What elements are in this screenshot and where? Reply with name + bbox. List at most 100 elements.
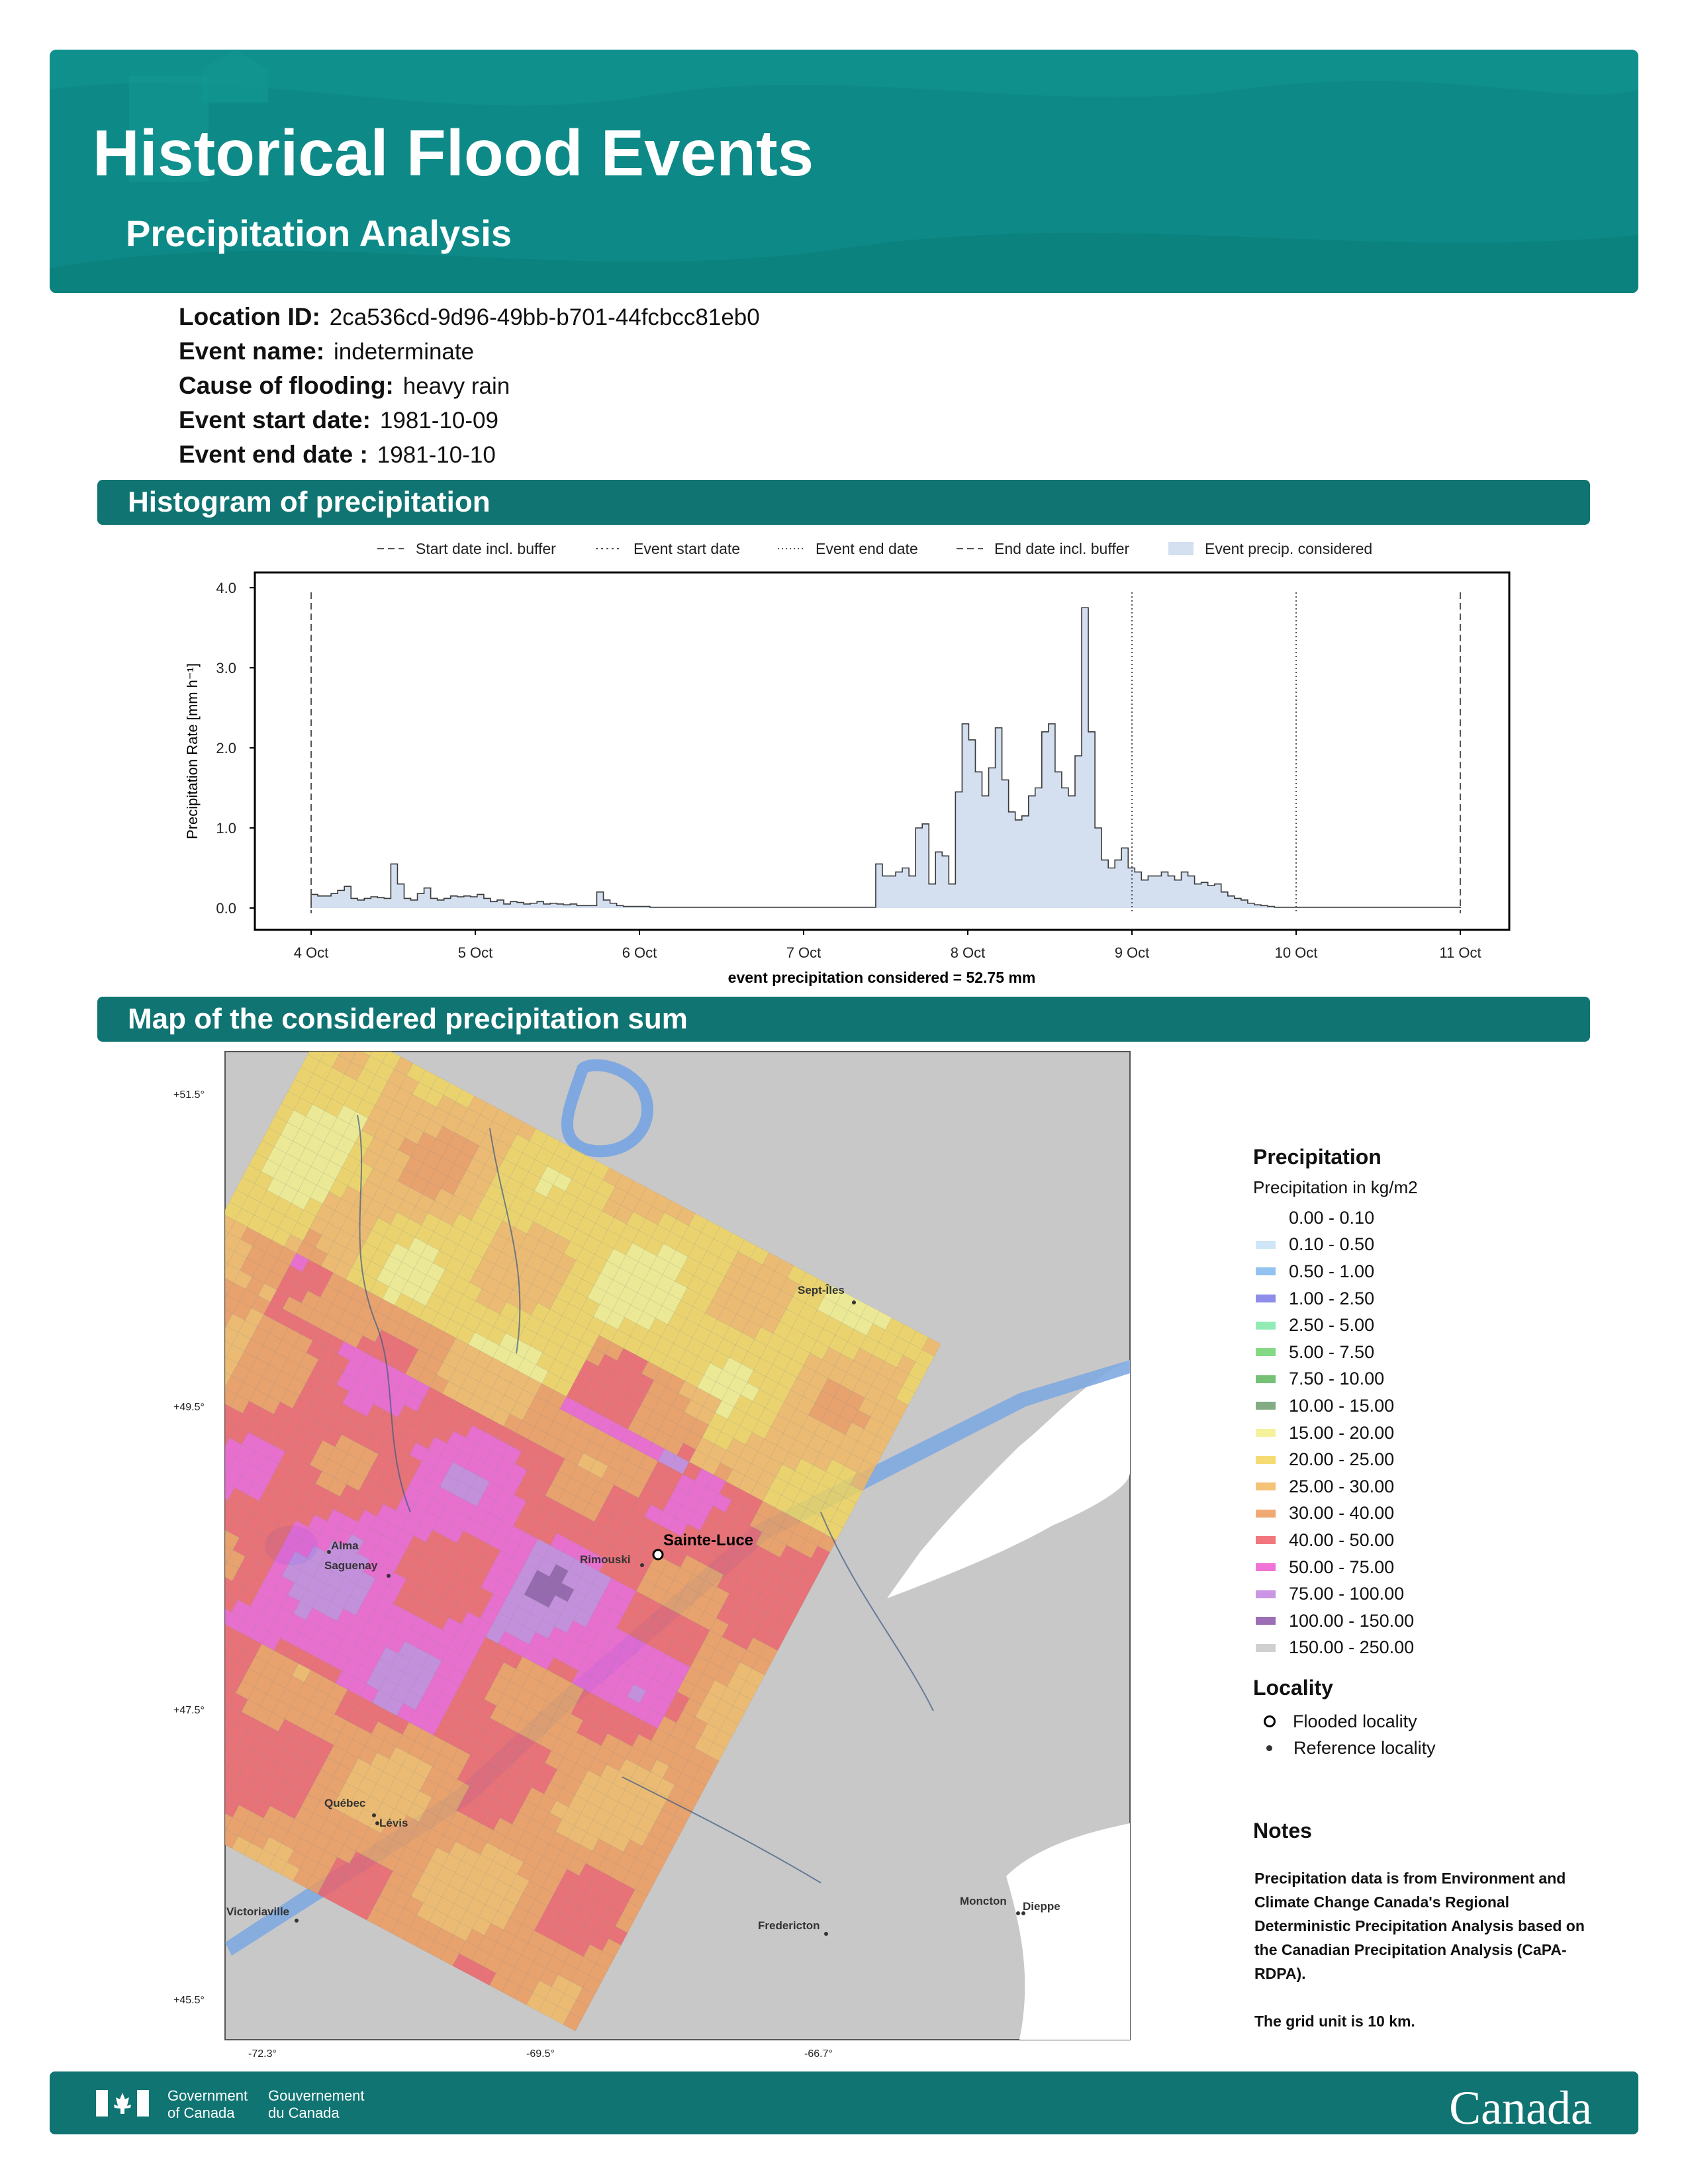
- start-date-row: Event start date: 1981-10-09: [179, 406, 760, 441]
- location-value: 2ca536cd-9d96-49bb-b701-44fcbcc81eb0: [329, 304, 760, 330]
- precip-bar: [537, 901, 544, 908]
- grid-cell: [205, 1443, 223, 1462]
- grid-cell: [202, 1300, 220, 1319]
- gov-en-line1: Government: [167, 2087, 248, 2104]
- legend-class: 10.00 - 15.00: [1253, 1392, 1436, 1420]
- grid-cell: [198, 1456, 216, 1475]
- precip-bar: [424, 887, 432, 908]
- legend-flooded: Flooded locality: [1253, 1708, 1436, 1735]
- precip-bar: [1168, 876, 1175, 908]
- grid-cell: [159, 1418, 174, 1436]
- legend-class-label: 100.00 - 150.00: [1289, 1610, 1415, 1631]
- precip-bar: [324, 895, 332, 908]
- grid-cell: [159, 1324, 176, 1343]
- grid-cell: [173, 1679, 192, 1698]
- precip-bar: [1021, 815, 1029, 908]
- grid-cell: [225, 1823, 226, 1843]
- grid-cell: [184, 1748, 203, 1766]
- legend-swatch: [1256, 1214, 1276, 1222]
- grid-cell: [159, 1504, 160, 1523]
- precip-bar: [1074, 756, 1082, 908]
- grid-cell: [174, 1412, 193, 1430]
- x-tick-label: 8 Oct: [951, 944, 986, 961]
- grid-cell: [205, 1649, 224, 1668]
- place-victoriaville: Victoriaville: [226, 1905, 289, 1918]
- place-levis: Lévis: [379, 1817, 408, 1829]
- x-tick-label: 4 Oct: [294, 944, 329, 961]
- grid-cell: [175, 1349, 194, 1368]
- grid-cell: [200, 1363, 218, 1381]
- grid-cell: [159, 1728, 166, 1747]
- legend-reference-label: Reference locality: [1293, 1737, 1436, 1758]
- grid-cell: [159, 1542, 171, 1561]
- legend-class-label: 0.00 - 0.10: [1289, 1207, 1375, 1228]
- grid-cell: [159, 1573, 170, 1592]
- grid-cell: [185, 1449, 204, 1468]
- lon-tick-69-5: -69.5°: [526, 2048, 555, 2060]
- grid-cell: [197, 1487, 216, 1506]
- legend-class: 5.00 - 7.50: [1253, 1339, 1436, 1366]
- grid-cell: [225, 1319, 226, 1339]
- grid-cell: [197, 1723, 216, 1742]
- precip-bar: [1095, 828, 1102, 908]
- legend-class: 75.00 - 100.00: [1253, 1580, 1436, 1608]
- grid-cell: [169, 1362, 187, 1381]
- header-banner: Historical Flood Events Precipitation An…: [50, 50, 1638, 293]
- grid-cell: [179, 1462, 197, 1480]
- precip-bar: [935, 852, 943, 908]
- precip-bar: [1041, 731, 1049, 908]
- grid-cell: [175, 1617, 193, 1635]
- cause-label: Cause of flooding:: [179, 372, 394, 399]
- legend-swatch: [1256, 1267, 1276, 1276]
- grid-cell: [159, 1554, 164, 1572]
- grid-cell: [159, 1647, 162, 1666]
- grid-cell: [190, 1766, 209, 1785]
- legend-swatch: [1256, 1240, 1276, 1249]
- grid-cell: [162, 1375, 181, 1393]
- grid-cell: [194, 1612, 212, 1630]
- precip-bar: [596, 891, 604, 908]
- grid-cell: [195, 1580, 213, 1599]
- precip-bar: [496, 899, 504, 908]
- notes-title: Notes: [1253, 1819, 1312, 1843]
- grid-cell: [177, 1791, 195, 1809]
- precip-bar: [982, 796, 989, 908]
- grid-cell: [159, 1741, 160, 1759]
- legend-class: 150.00 - 250.00: [1253, 1635, 1436, 1662]
- gov-english: Government of Canada: [167, 2087, 248, 2122]
- grid-cell: [176, 1586, 195, 1604]
- grid-cell: [165, 1518, 183, 1536]
- grid-cell: [181, 1369, 200, 1387]
- page-subtitle: Precipitation Analysis: [126, 212, 512, 254]
- precip-bar: [483, 898, 491, 908]
- event-name-row: Event name: indeterminate: [179, 338, 760, 372]
- grid-cell: [159, 1616, 163, 1635]
- precip-bar: [550, 903, 557, 908]
- lat-tick-49-5: +49.5°: [173, 1402, 205, 1413]
- grid-cell: [171, 1300, 189, 1318]
- precipitation-map: +51.5° +49.5° +47.5° +45.5° -72.3° -69.5…: [159, 1051, 1131, 2060]
- precip-bar: [1161, 872, 1168, 908]
- grid-cell: [176, 1318, 195, 1337]
- lat-tick-47-5: +47.5°: [173, 1705, 205, 1716]
- grid-cell: [203, 1506, 221, 1524]
- grid-cell: [159, 1430, 167, 1449]
- grid-cell: [169, 1629, 187, 1648]
- grid-cell: [193, 1375, 212, 1394]
- legend-class-label: 40.00 - 50.00: [1289, 1529, 1395, 1550]
- precip-bar: [1048, 723, 1056, 908]
- precip-bar: [1002, 780, 1009, 908]
- place-quebec: Québec: [324, 1797, 365, 1809]
- grid-cell: [182, 1574, 201, 1592]
- locality-title: Locality: [1253, 1676, 1333, 1700]
- grid-cell: [172, 1741, 191, 1760]
- legend-swatch: [1256, 1536, 1276, 1545]
- precip-bar: [1102, 860, 1109, 908]
- precip-bar: [1201, 882, 1209, 908]
- precip-bar: [1028, 796, 1036, 908]
- grid-cell: [189, 1325, 207, 1343]
- precip-bar: [1207, 886, 1215, 908]
- grid-cell: [205, 1680, 223, 1698]
- precip-bar: [1174, 880, 1182, 908]
- precip-bar: [988, 768, 996, 908]
